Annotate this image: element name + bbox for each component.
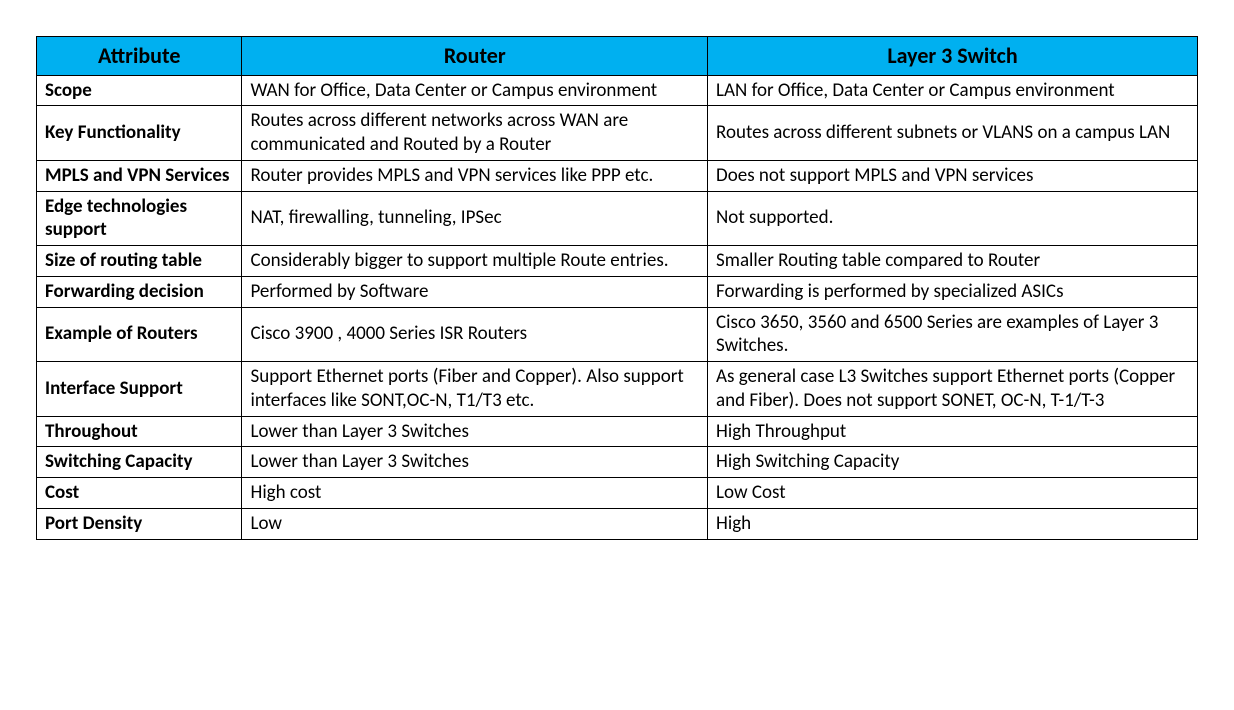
cell-router: Lower than Layer 3 Switches (242, 447, 708, 478)
cell-router: NAT, firewalling, tunneling, IPSec (242, 191, 708, 246)
table-row: MPLS and VPN Services Router provides MP… (37, 160, 1198, 191)
cell-switch: High Throughput (708, 416, 1198, 447)
cell-attribute: Example of Routers (37, 307, 242, 362)
cell-switch: High Switching Capacity (708, 447, 1198, 478)
table-row: Scope WAN for Office, Data Center or Cam… (37, 75, 1198, 106)
cell-attribute: Interface Support (37, 362, 242, 417)
cell-router: WAN for Office, Data Center or Campus en… (242, 75, 708, 106)
cell-router: High cost (242, 478, 708, 509)
cell-switch: Forwarding is performed by specialized A… (708, 276, 1198, 307)
cell-switch: As general case L3 Switches support Ethe… (708, 362, 1198, 417)
cell-switch: Cisco 3650, 3560 and 6500 Series are exa… (708, 307, 1198, 362)
cell-router: Support Ethernet ports (Fiber and Copper… (242, 362, 708, 417)
cell-attribute: Key Functionality (37, 106, 242, 161)
table-row: Key Functionality Routes across differen… (37, 106, 1198, 161)
cell-attribute: Port Density (37, 508, 242, 539)
cell-attribute: Size of routing table (37, 246, 242, 277)
header-attribute: Attribute (37, 37, 242, 76)
cell-attribute: Switching Capacity (37, 447, 242, 478)
cell-router: Low (242, 508, 708, 539)
cell-attribute: Throughout (37, 416, 242, 447)
table-row: Size of routing table Considerably bigge… (37, 246, 1198, 277)
cell-router: Cisco 3900 , 4000 Series ISR Routers (242, 307, 708, 362)
cell-attribute: Forwarding decision (37, 276, 242, 307)
table-row: Edge technologies support NAT, firewalli… (37, 191, 1198, 246)
comparison-table: Attribute Router Layer 3 Switch Scope WA… (36, 36, 1198, 540)
cell-attribute: Scope (37, 75, 242, 106)
cell-switch: Does not support MPLS and VPN services (708, 160, 1198, 191)
header-switch: Layer 3 Switch (708, 37, 1198, 76)
table-row: Throughout Lower than Layer 3 Switches H… (37, 416, 1198, 447)
cell-switch: Routes across different subnets or VLANS… (708, 106, 1198, 161)
cell-switch: Smaller Routing table compared to Router (708, 246, 1198, 277)
cell-switch: LAN for Office, Data Center or Campus en… (708, 75, 1198, 106)
cell-router: Routes across different networks across … (242, 106, 708, 161)
cell-router: Performed by Software (242, 276, 708, 307)
table-row: Interface Support Support Ethernet ports… (37, 362, 1198, 417)
cell-router: Router provides MPLS and VPN services li… (242, 160, 708, 191)
table-row: Cost High cost Low Cost (37, 478, 1198, 509)
cell-attribute: Edge technologies support (37, 191, 242, 246)
cell-switch: High (708, 508, 1198, 539)
cell-switch: Low Cost (708, 478, 1198, 509)
cell-attribute: Cost (37, 478, 242, 509)
cell-router: Considerably bigger to support multiple … (242, 246, 708, 277)
table-row: Forwarding decision Performed by Softwar… (37, 276, 1198, 307)
cell-switch: Not supported. (708, 191, 1198, 246)
table-row: Switching Capacity Lower than Layer 3 Sw… (37, 447, 1198, 478)
header-router: Router (242, 37, 708, 76)
table-row: Example of Routers Cisco 3900 , 4000 Ser… (37, 307, 1198, 362)
table-row: Port Density Low High (37, 508, 1198, 539)
cell-router: Lower than Layer 3 Switches (242, 416, 708, 447)
cell-attribute: MPLS and VPN Services (37, 160, 242, 191)
table-header-row: Attribute Router Layer 3 Switch (37, 37, 1198, 76)
